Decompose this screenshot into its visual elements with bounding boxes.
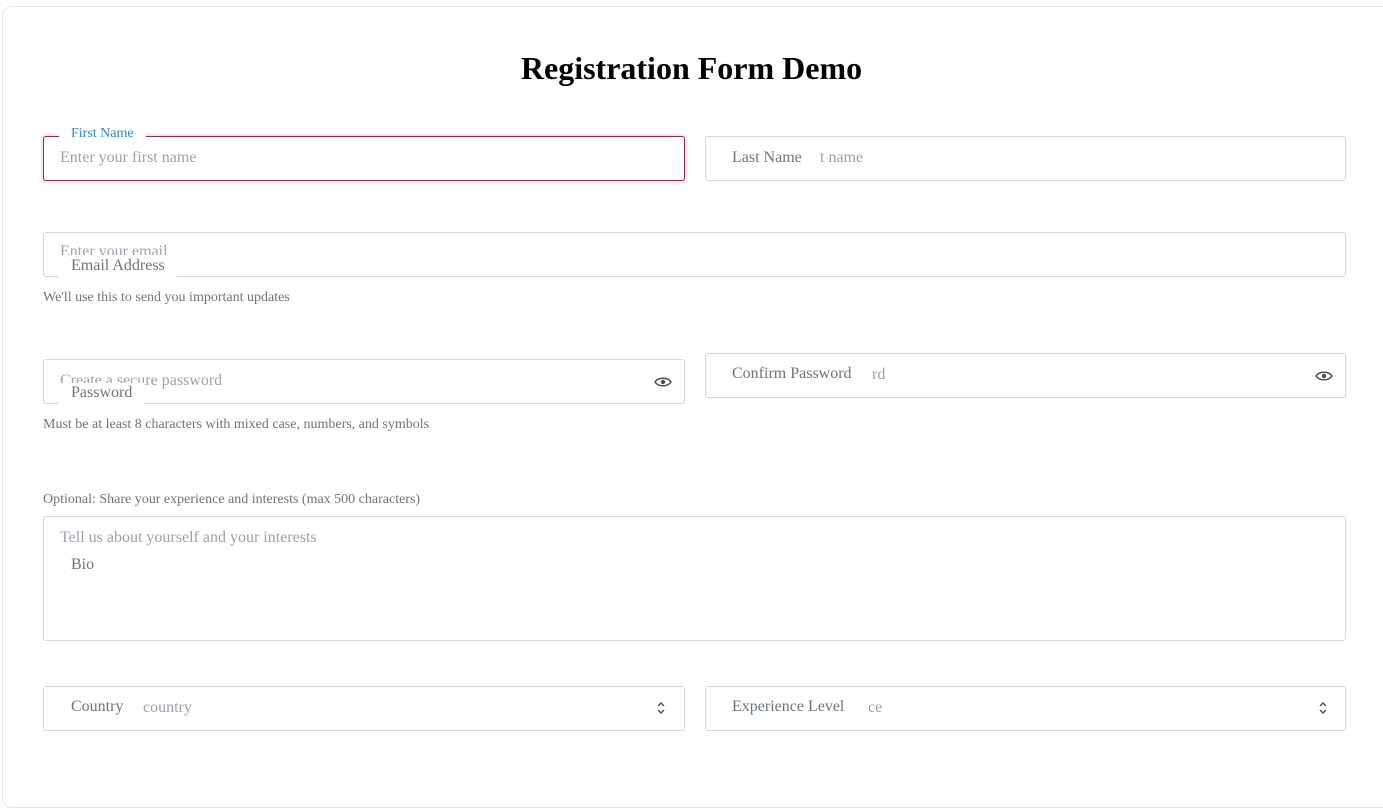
- last-name-label: Last Name: [720, 148, 814, 168]
- page-title: Registration Form Demo: [520, 50, 863, 86]
- bio-placeholder: Tell us about yourself and your interest…: [60, 529, 317, 546]
- chevron-up-down-icon: [1319, 702, 1327, 714]
- bio-label: Bio: [59, 555, 107, 575]
- last-name-placeholder: t name: [820, 149, 864, 166]
- password-help-text: Must be at least 8 characters with mixed…: [43, 417, 430, 432]
- bio-textarea[interactable]: Tell us about yourself and your interest…: [43, 516, 1346, 641]
- first-name-label: First Name: [59, 126, 146, 142]
- confirm-password-placeholder: rd: [872, 366, 886, 383]
- confirm-password-label: Confirm Password: [720, 364, 864, 384]
- eye-icon[interactable]: [654, 376, 672, 388]
- email-placeholder: Enter your email: [60, 243, 168, 255]
- password-label: Password: [59, 383, 145, 407]
- bio-help-text: Optional: Share your experience and inte…: [43, 492, 421, 507]
- country-placeholder: country: [143, 699, 192, 716]
- email-help-text: We'll use this to send you important upd…: [43, 290, 290, 305]
- eye-icon[interactable]: [1315, 370, 1333, 382]
- country-select[interactable]: country: [43, 686, 685, 731]
- experience-placeholder: ce: [868, 699, 883, 716]
- first-name-field[interactable]: Enter your first name: [43, 136, 685, 181]
- experience-level-label: Experience Level: [720, 697, 857, 717]
- email-field[interactable]: Enter your email: [43, 232, 1346, 277]
- country-label: Country: [59, 697, 136, 717]
- email-label: Email Address: [59, 256, 177, 282]
- chevron-up-down-icon: [657, 702, 665, 714]
- first-name-placeholder: Enter your first name: [60, 149, 197, 166]
